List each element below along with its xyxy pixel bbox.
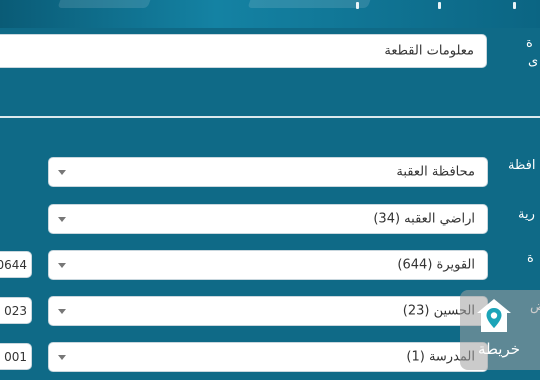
neighborhood-code-field[interactable]: 001 [0, 343, 32, 370]
chevron-down-icon [58, 309, 66, 314]
section-divider [0, 116, 540, 118]
village-code: 0644 [0, 257, 27, 272]
lands-label: رية [518, 207, 535, 222]
chevron-down-icon [58, 170, 66, 175]
governorate-label: افظة [508, 158, 536, 173]
house-map-icon [477, 299, 511, 332]
header-banner [0, 0, 540, 28]
basin-code: 023 [4, 303, 27, 318]
parcel-info-label: ة [526, 36, 533, 51]
basin-select[interactable]: الحسين (23) [48, 296, 488, 326]
banner-mark [438, 2, 441, 9]
village-label: ة [527, 251, 534, 266]
parcel-info-value: معلومات القطعة [384, 43, 474, 59]
banner-decoration [247, 0, 373, 8]
lands-value: اراضي العقبه (34) [373, 211, 475, 227]
chevron-down-icon [58, 263, 66, 268]
village-value: القويرة (644) [397, 257, 475, 273]
neighborhood-code: 001 [4, 349, 27, 364]
governorate-select[interactable]: محافظة العقبة [48, 157, 488, 187]
map-button-label: خريطة [477, 340, 521, 358]
map-button[interactable]: خريطة [460, 290, 540, 370]
chevron-down-icon [58, 355, 66, 360]
parcel-info-label-line2: ى [528, 54, 539, 69]
banner-mark [513, 2, 516, 9]
chevron-down-icon [58, 217, 66, 222]
banner-mark [356, 2, 359, 9]
village-code-field[interactable]: 0644 [0, 251, 32, 278]
lands-select[interactable]: اراضي العقبه (34) [48, 204, 488, 234]
village-select[interactable]: القويرة (644) [48, 250, 488, 280]
banner-decoration [57, 0, 153, 8]
neighborhood-select[interactable]: المدرسة (1) [48, 342, 488, 372]
parcel-info-field[interactable]: معلومات القطعة [0, 34, 487, 68]
governorate-value: محافظة العقبة [396, 164, 475, 180]
basin-code-field[interactable]: 023 [0, 297, 32, 324]
